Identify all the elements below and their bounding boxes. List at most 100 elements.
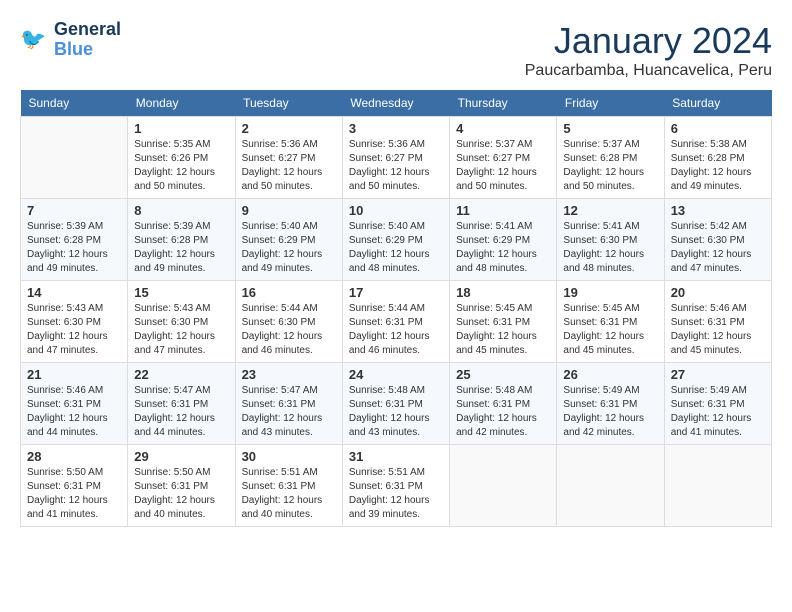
day-number: 9 bbox=[242, 203, 336, 218]
calendar-cell: 22 Sunrise: 5:47 AMSunset: 6:31 PMDayligh… bbox=[128, 363, 235, 445]
calendar-cell: 21 Sunrise: 5:46 AMSunset: 6:31 PMDayligh… bbox=[21, 363, 128, 445]
day-number: 13 bbox=[671, 203, 765, 218]
calendar-week-row: 28 Sunrise: 5:50 AMSunset: 6:31 PMDayligh… bbox=[21, 445, 772, 527]
title-section: January 2024 Paucarbamba, Huancavelica, … bbox=[525, 20, 772, 80]
calendar-cell: 4Sunrise: 5:37 AMSunset: 6:27 PMDaylight… bbox=[450, 117, 557, 199]
calendar-cell: 13 Sunrise: 5:42 AMSunset: 6:30 PMDayligh… bbox=[664, 199, 771, 281]
weekday-header-sunday: Sunday bbox=[21, 90, 128, 117]
day-number: 26 bbox=[563, 367, 657, 382]
day-info: Sunrise: 5:43 AMSunset: 6:30 PMDaylight:… bbox=[134, 302, 228, 358]
day-info: Sunrise: 5:50 AMSunset: 6:31 PMDaylight:… bbox=[27, 466, 121, 522]
day-info: Sunrise: 5:50 AMSunset: 6:31 PMDaylight:… bbox=[134, 466, 228, 522]
weekday-header-row: SundayMondayTuesdayWednesdayThursdayFrid… bbox=[21, 90, 772, 117]
weekday-header-saturday: Saturday bbox=[664, 90, 771, 117]
calendar-cell: 30 Sunrise: 5:51 AMSunset: 6:31 PMDayligh… bbox=[235, 445, 342, 527]
day-info: Sunrise: 5:42 AMSunset: 6:30 PMDaylight:… bbox=[671, 220, 765, 276]
calendar-cell bbox=[450, 445, 557, 527]
day-number: 17 bbox=[349, 285, 443, 300]
day-number: 11 bbox=[456, 203, 550, 218]
day-info: Sunrise: 5:44 AMSunset: 6:31 PMDaylight:… bbox=[349, 302, 443, 358]
day-info: Sunrise: 5:39 AMSunset: 6:28 PMDaylight:… bbox=[27, 220, 121, 276]
calendar-cell: 10Sunrise: 5:40 AMSunset: 6:29 PMDayligh… bbox=[342, 199, 449, 281]
logo-icon: 🐦 bbox=[20, 25, 50, 55]
day-number: 30 bbox=[242, 449, 336, 464]
day-number: 28 bbox=[27, 449, 121, 464]
day-info: Sunrise: 5:45 AMSunset: 6:31 PMDaylight:… bbox=[563, 302, 657, 358]
day-number: 25 bbox=[456, 367, 550, 382]
day-number: 8 bbox=[134, 203, 228, 218]
day-info: Sunrise: 5:51 AMSunset: 6:31 PMDaylight:… bbox=[242, 466, 336, 522]
location-title: Paucarbamba, Huancavelica, Peru bbox=[525, 62, 772, 80]
day-number: 12 bbox=[563, 203, 657, 218]
day-info: Sunrise: 5:37 AMSunset: 6:28 PMDaylight:… bbox=[563, 138, 657, 194]
calendar-cell: 7 Sunrise: 5:39 AMSunset: 6:28 PMDaylight… bbox=[21, 199, 128, 281]
weekday-header-wednesday: Wednesday bbox=[342, 90, 449, 117]
logo: 🐦 General Blue bbox=[20, 20, 121, 60]
day-info: Sunrise: 5:46 AMSunset: 6:31 PMDaylight:… bbox=[27, 384, 121, 440]
day-number: 4 bbox=[456, 121, 550, 136]
day-info: Sunrise: 5:40 AMSunset: 6:29 PMDaylight:… bbox=[242, 220, 336, 276]
calendar-week-row: 14 Sunrise: 5:43 AMSunset: 6:30 PMDayligh… bbox=[21, 281, 772, 363]
day-info: Sunrise: 5:47 AMSunset: 6:31 PMDaylight:… bbox=[134, 384, 228, 440]
day-info: Sunrise: 5:38 AMSunset: 6:28 PMDaylight:… bbox=[671, 138, 765, 194]
day-info: Sunrise: 5:51 AMSunset: 6:31 PMDaylight:… bbox=[349, 466, 443, 522]
day-number: 15 bbox=[134, 285, 228, 300]
calendar-cell: 28 Sunrise: 5:50 AMSunset: 6:31 PMDayligh… bbox=[21, 445, 128, 527]
day-info: Sunrise: 5:49 AMSunset: 6:31 PMDaylight:… bbox=[671, 384, 765, 440]
calendar-table: SundayMondayTuesdayWednesdayThursdayFrid… bbox=[20, 90, 772, 527]
calendar-cell: 26 Sunrise: 5:49 AMSunset: 6:31 PMDayligh… bbox=[557, 363, 664, 445]
logo-text: General Blue bbox=[54, 20, 121, 60]
day-number: 1 bbox=[134, 121, 228, 136]
weekday-header-friday: Friday bbox=[557, 90, 664, 117]
day-info: Sunrise: 5:46 AMSunset: 6:31 PMDaylight:… bbox=[671, 302, 765, 358]
calendar-cell: 24 Sunrise: 5:48 AMSunset: 6:31 PMDayligh… bbox=[342, 363, 449, 445]
weekday-header-tuesday: Tuesday bbox=[235, 90, 342, 117]
calendar-cell: 31 Sunrise: 5:51 AMSunset: 6:31 PMDayligh… bbox=[342, 445, 449, 527]
calendar-cell: 18 Sunrise: 5:45 AMSunset: 6:31 PMDayligh… bbox=[450, 281, 557, 363]
day-info: Sunrise: 5:48 AMSunset: 6:31 PMDaylight:… bbox=[456, 384, 550, 440]
calendar-cell: 16Sunrise: 5:44 AMSunset: 6:30 PMDayligh… bbox=[235, 281, 342, 363]
day-info: Sunrise: 5:48 AMSunset: 6:31 PMDaylight:… bbox=[349, 384, 443, 440]
day-number: 27 bbox=[671, 367, 765, 382]
day-number: 24 bbox=[349, 367, 443, 382]
page-header: 🐦 General Blue January 2024 Paucarbamba,… bbox=[20, 20, 772, 80]
day-number: 20 bbox=[671, 285, 765, 300]
weekday-header-monday: Monday bbox=[128, 90, 235, 117]
svg-text:🐦: 🐦 bbox=[20, 28, 46, 51]
day-number: 7 bbox=[27, 203, 121, 218]
month-title: January 2024 bbox=[525, 20, 772, 62]
calendar-cell: 11Sunrise: 5:41 AMSunset: 6:29 PMDayligh… bbox=[450, 199, 557, 281]
calendar-cell: 25 Sunrise: 5:48 AMSunset: 6:31 PMDayligh… bbox=[450, 363, 557, 445]
day-number: 18 bbox=[456, 285, 550, 300]
weekday-header-thursday: Thursday bbox=[450, 90, 557, 117]
day-number: 3 bbox=[349, 121, 443, 136]
day-number: 31 bbox=[349, 449, 443, 464]
day-number: 29 bbox=[134, 449, 228, 464]
day-info: Sunrise: 5:49 AMSunset: 6:31 PMDaylight:… bbox=[563, 384, 657, 440]
day-info: Sunrise: 5:41 AMSunset: 6:30 PMDaylight:… bbox=[563, 220, 657, 276]
calendar-cell: 5Sunrise: 5:37 AMSunset: 6:28 PMDaylight… bbox=[557, 117, 664, 199]
calendar-cell bbox=[664, 445, 771, 527]
calendar-cell: 19Sunrise: 5:45 AMSunset: 6:31 PMDayligh… bbox=[557, 281, 664, 363]
calendar-week-row: 7 Sunrise: 5:39 AMSunset: 6:28 PMDaylight… bbox=[21, 199, 772, 281]
calendar-cell: 2Sunrise: 5:36 AMSunset: 6:27 PMDaylight… bbox=[235, 117, 342, 199]
day-info: Sunrise: 5:44 AMSunset: 6:30 PMDaylight:… bbox=[242, 302, 336, 358]
calendar-cell: 8 Sunrise: 5:39 AMSunset: 6:28 PMDaylight… bbox=[128, 199, 235, 281]
day-info: Sunrise: 5:40 AMSunset: 6:29 PMDaylight:… bbox=[349, 220, 443, 276]
day-number: 22 bbox=[134, 367, 228, 382]
calendar-cell bbox=[557, 445, 664, 527]
calendar-cell bbox=[21, 117, 128, 199]
calendar-cell: 17 Sunrise: 5:44 AMSunset: 6:31 PMDayligh… bbox=[342, 281, 449, 363]
day-info: Sunrise: 5:39 AMSunset: 6:28 PMDaylight:… bbox=[134, 220, 228, 276]
day-number: 21 bbox=[27, 367, 121, 382]
day-number: 14 bbox=[27, 285, 121, 300]
calendar-cell: 6Sunrise: 5:38 AMSunset: 6:28 PMDaylight… bbox=[664, 117, 771, 199]
calendar-cell: 29 Sunrise: 5:50 AMSunset: 6:31 PMDayligh… bbox=[128, 445, 235, 527]
calendar-cell: 3Sunrise: 5:36 AMSunset: 6:27 PMDaylight… bbox=[342, 117, 449, 199]
day-info: Sunrise: 5:45 AMSunset: 6:31 PMDaylight:… bbox=[456, 302, 550, 358]
calendar-cell: 20 Sunrise: 5:46 AMSunset: 6:31 PMDayligh… bbox=[664, 281, 771, 363]
calendar-week-row: 1Sunrise: 5:35 AMSunset: 6:26 PMDaylight… bbox=[21, 117, 772, 199]
calendar-cell: 9 Sunrise: 5:40 AMSunset: 6:29 PMDaylight… bbox=[235, 199, 342, 281]
day-info: Sunrise: 5:43 AMSunset: 6:30 PMDaylight:… bbox=[27, 302, 121, 358]
calendar-cell: 1Sunrise: 5:35 AMSunset: 6:26 PMDaylight… bbox=[128, 117, 235, 199]
